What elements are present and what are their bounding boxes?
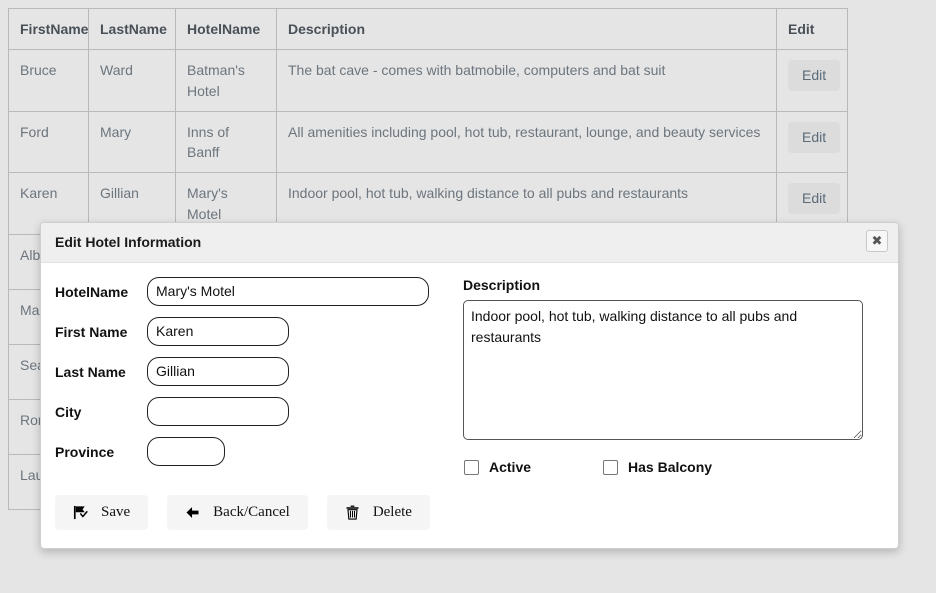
cell-hotelname: Batman's Hotel	[175, 49, 277, 112]
cell-description: The bat cave - comes with batmobile, com…	[276, 49, 777, 112]
trash-icon	[345, 505, 360, 520]
column-header-description: Description	[276, 7, 777, 51]
description-label: Description	[463, 277, 541, 293]
column-header-lastname: LastName	[88, 7, 176, 51]
cell-firstname: Bruce	[8, 49, 89, 112]
hotelname-label: HotelName	[55, 283, 129, 300]
delete-button[interactable]: Delete	[326, 495, 430, 530]
edit-row-button[interactable]: Edit	[788, 183, 841, 215]
table-header-row: FirstName LastName HotelName Description…	[8, 7, 848, 51]
checkbox-group-has-balcony[interactable]: Has Balcony	[603, 459, 712, 475]
dialog-title: Edit Hotel Information	[55, 234, 202, 250]
dialog-header: Edit Hotel Information ✖	[41, 223, 898, 263]
has-balcony-label: Has Balcony	[628, 459, 713, 475]
back-cancel-button[interactable]: Back/Cancel	[167, 495, 308, 530]
table-row: Ford Mary Inns of Banff All amenities in…	[8, 110, 848, 174]
column-header-edit: Edit	[776, 7, 848, 51]
edit-hotel-dialog: Edit Hotel Information ✖ HotelName First…	[40, 222, 899, 549]
cell-lastname: Mary	[88, 110, 176, 174]
close-icon[interactable]: ✖	[866, 230, 888, 252]
active-checkbox[interactable]	[464, 459, 479, 475]
firstname-input[interactable]	[147, 317, 289, 346]
cell-firstname: Ford	[8, 110, 89, 174]
field-row-lastname: Last Name	[55, 357, 455, 386]
edit-row-button[interactable]: Edit	[788, 121, 841, 153]
field-row-firstname: First Name	[55, 317, 455, 346]
lastname-input[interactable]	[147, 357, 289, 386]
cell-description: All amenities including pool, hot tub, r…	[276, 110, 777, 174]
edit-row-button[interactable]: Edit	[788, 60, 841, 92]
save-button[interactable]: Save	[55, 495, 149, 530]
save-button-label: Save	[101, 504, 131, 520]
dialog-body: HotelName First Name Last Name City Prov…	[41, 263, 898, 477]
back-cancel-button-label: Back/Cancel	[213, 504, 290, 520]
city-input[interactable]	[147, 397, 289, 426]
has-balcony-checkbox[interactable]	[603, 459, 619, 475]
cell-edit: Edit	[776, 110, 848, 174]
province-input[interactable]	[147, 437, 225, 466]
arrow-left-icon	[185, 505, 200, 520]
city-label: City	[55, 403, 82, 420]
description-textarea[interactable]: Indoor pool, hot tub, walking distance t…	[463, 300, 863, 440]
form-left-column: HotelName First Name Last Name City Prov…	[55, 277, 455, 477]
province-label: Province	[55, 443, 115, 460]
checkbox-row: Active Has Balcony	[463, 459, 884, 475]
form-right-column: Description Indoor pool, hot tub, walkin…	[455, 277, 884, 477]
lastname-label: Last Name	[55, 363, 126, 380]
field-row-city: City	[55, 397, 455, 426]
column-header-firstname: FirstName	[8, 7, 89, 51]
cell-lastname: Ward	[88, 49, 176, 112]
dialog-footer: Save Back/Cancel Delete	[41, 477, 898, 548]
cell-hotelname: Inns of Banff	[175, 110, 277, 174]
hotelname-input[interactable]	[147, 277, 429, 306]
cell-edit: Edit	[776, 49, 848, 112]
table-row: Bruce Ward Batman's Hotel The bat cave -…	[8, 49, 848, 112]
firstname-label: First Name	[55, 323, 128, 340]
field-row-province: Province	[55, 437, 455, 466]
active-label: Active	[489, 459, 532, 475]
delete-button-label: Delete	[372, 504, 412, 520]
save-flag-icon	[73, 505, 88, 520]
checkbox-group-active[interactable]: Active	[464, 459, 531, 475]
field-row-hotelname: HotelName	[55, 277, 455, 306]
column-header-hotelname: HotelName	[175, 7, 277, 51]
